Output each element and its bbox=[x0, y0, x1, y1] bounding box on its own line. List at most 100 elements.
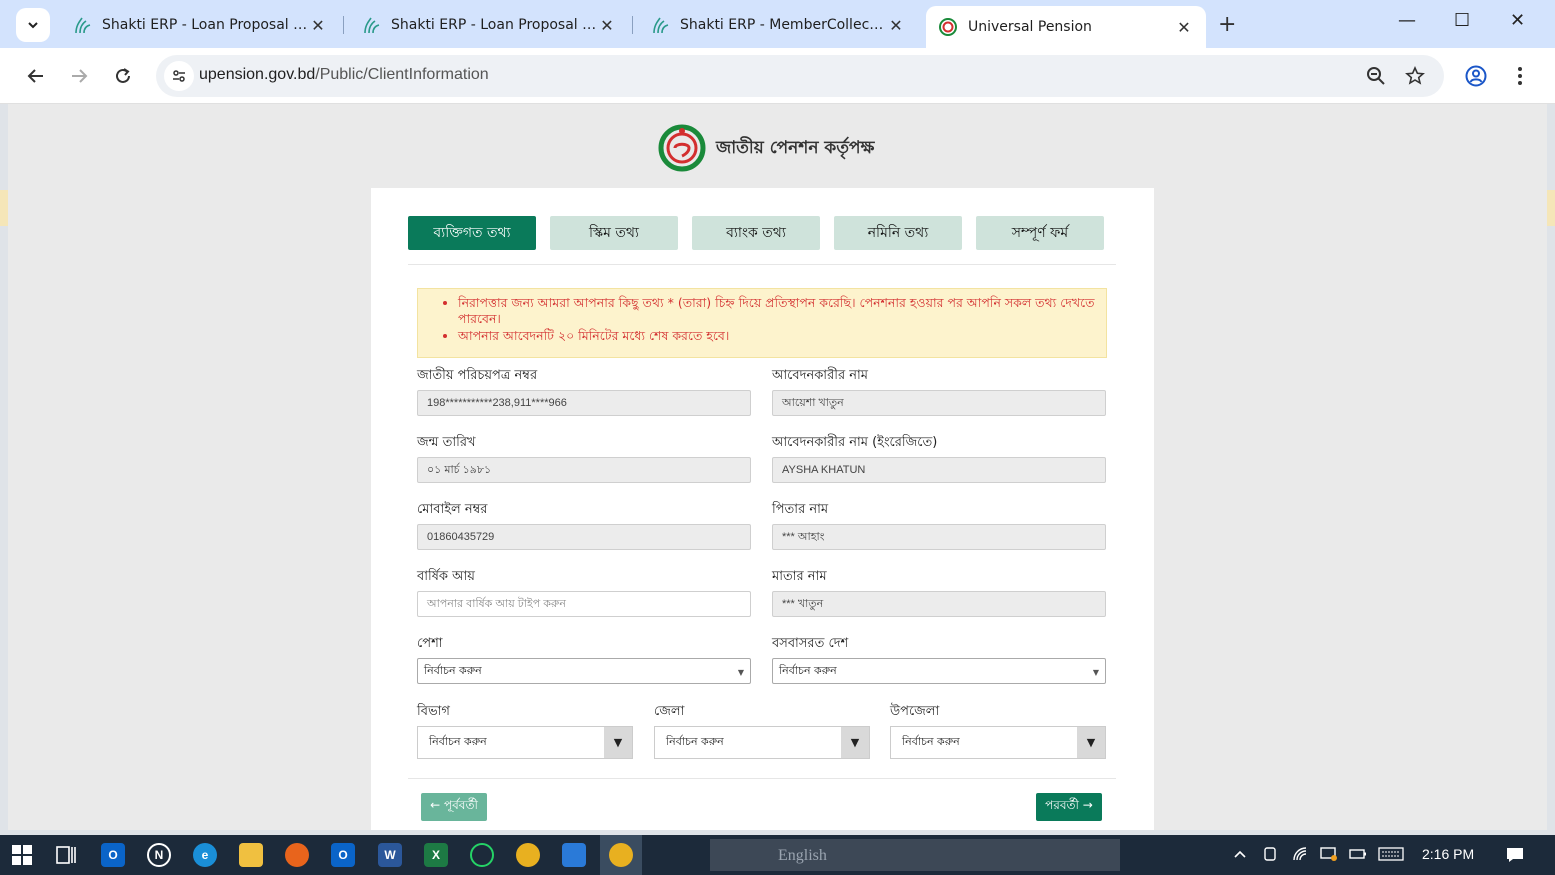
mobile-field: 01860435729 bbox=[417, 524, 751, 550]
tab-universal-pension[interactable]: Universal Pension ✕ bbox=[926, 6, 1206, 48]
tab-title: Shakti ERP - Loan Proposal List bbox=[102, 17, 308, 33]
back-button[interactable] bbox=[22, 62, 50, 90]
upazila-select[interactable]: নির্বাচন করুন ▼ bbox=[890, 726, 1106, 759]
browser-window: Shakti ERP - Loan Proposal List ✕ Shakti… bbox=[0, 0, 1555, 875]
country-select[interactable]: নির্বাচন করুন ▼ bbox=[772, 658, 1106, 684]
tab-loan-proposal-list[interactable]: Shakti ERP - Loan Proposal List ✕ bbox=[60, 6, 340, 44]
battery-icon[interactable] bbox=[1349, 846, 1367, 866]
nid-label: জাতীয় পরিচয়পত্র নম্বর bbox=[417, 368, 538, 383]
tab-scheme-info[interactable]: স্কিম তথ্য bbox=[550, 216, 678, 250]
dropdown-arrow-icon[interactable]: ▼ bbox=[841, 727, 869, 758]
taskbar-clock[interactable]: 2:16 PM bbox=[1422, 846, 1474, 862]
tab-title: Shakti ERP - Loan Proposal Details bbox=[391, 17, 597, 33]
edge-icon[interactable]: e bbox=[193, 843, 217, 867]
more-vertical-icon bbox=[1518, 67, 1522, 85]
tab-search-button[interactable] bbox=[16, 8, 50, 42]
chevron-up-icon[interactable] bbox=[1232, 846, 1248, 866]
occupation-select[interactable]: নির্বাচন করুন ▼ bbox=[417, 658, 751, 684]
new-tab-button[interactable]: + bbox=[1218, 12, 1236, 37]
display-icon[interactable] bbox=[1320, 846, 1338, 866]
mobile-label: মোবাইল নম্বর bbox=[417, 502, 488, 517]
previous-button[interactable]: ← পূর্ববর্তী bbox=[421, 793, 487, 821]
profile-icon bbox=[1465, 65, 1487, 87]
alert-item: নিরাপত্তার জন্য আমরা আপনার কিছু তথ্য * (… bbox=[458, 295, 1096, 327]
language-bar[interactable]: English bbox=[710, 839, 1120, 871]
close-icon[interactable]: ✕ bbox=[886, 16, 906, 35]
meet-icon[interactable] bbox=[1262, 846, 1278, 866]
step-tabs: ব্যক্তিগত তথ্য স্কিম তথ্য ব্যাংক তথ্য নম… bbox=[408, 216, 1104, 250]
app-n-icon[interactable]: N bbox=[147, 843, 171, 867]
tab-personal-info[interactable]: ব্যক্তিগত তথ্য bbox=[408, 216, 536, 250]
outlook-icon[interactable]: O bbox=[331, 843, 355, 867]
security-alert: নিরাপত্তার জন্য আমরা আপনার কিছু তথ্য * (… bbox=[417, 288, 1107, 358]
keyboard-icon[interactable] bbox=[1378, 846, 1404, 866]
arrow-left-icon bbox=[27, 69, 43, 83]
outlook-new-icon[interactable]: O bbox=[101, 843, 125, 867]
mother-name-field: *** খাতুন bbox=[772, 591, 1106, 617]
notification-icon[interactable] bbox=[1505, 846, 1525, 868]
chrome-active-icon[interactable] bbox=[609, 843, 633, 867]
windows-start-icon[interactable] bbox=[10, 843, 34, 867]
annual-income-input[interactable]: আপনার বার্ষিক আয় টাইপ করুন bbox=[417, 591, 751, 617]
tab-title: Universal Pension bbox=[968, 19, 1092, 35]
site-header: জাতীয় পেনশন কর্তৃপক্ষ bbox=[658, 124, 874, 174]
next-button[interactable]: পরবর্তী → bbox=[1036, 793, 1102, 821]
applicant-name-label: আবেদনকারীর নাম bbox=[772, 368, 868, 383]
bookmark-star-icon[interactable] bbox=[1405, 66, 1425, 91]
occupation-selected: নির্বাচন করুন bbox=[424, 663, 482, 677]
wifi-icon[interactable] bbox=[1292, 846, 1310, 866]
browser-toolbar: upension.gov.bd/Public/ClientInformation bbox=[0, 48, 1555, 104]
shakti-favicon-icon bbox=[364, 17, 380, 34]
chevron-down-icon bbox=[28, 22, 38, 29]
district-label: জেলা bbox=[654, 704, 685, 719]
father-name-field: *** আহাং bbox=[772, 524, 1106, 550]
dropdown-arrow-icon[interactable]: ▼ bbox=[1077, 727, 1105, 758]
shakti-favicon-icon bbox=[75, 17, 91, 34]
caret-down-icon: ▼ bbox=[1092, 668, 1099, 677]
whatsapp-icon[interactable] bbox=[470, 843, 494, 867]
divider bbox=[408, 778, 1116, 779]
excel-icon[interactable]: X bbox=[424, 843, 448, 867]
applicant-name-en-field: AYSHA KHATUN bbox=[772, 457, 1106, 483]
language-label: English bbox=[778, 847, 827, 864]
maximize-button[interactable]: ☐ bbox=[1454, 10, 1470, 31]
tab-loan-proposal-details[interactable]: Shakti ERP - Loan Proposal Details ✕ bbox=[349, 6, 629, 44]
windows-taskbar: O N e O W X English 2:16 PM bbox=[0, 835, 1555, 875]
site-info-icon[interactable] bbox=[164, 61, 194, 91]
father-name-label: পিতার নাম bbox=[772, 502, 829, 517]
profile-button[interactable] bbox=[1462, 62, 1490, 90]
occupation-label: পেশা bbox=[417, 636, 443, 651]
side-stripe bbox=[0, 190, 8, 226]
task-view-icon[interactable] bbox=[54, 843, 78, 867]
division-label: বিভাগ bbox=[417, 704, 450, 719]
district-select[interactable]: নির্বাচন করুন ▼ bbox=[654, 726, 870, 759]
dropdown-arrow-icon[interactable]: ▼ bbox=[604, 727, 632, 758]
forward-button[interactable] bbox=[65, 62, 93, 90]
page-content: জাতীয় পেনশন কর্তৃপক্ষ ব্যক্তিগত তথ্য স্… bbox=[8, 104, 1547, 830]
minimize-button[interactable]: — bbox=[1398, 10, 1416, 31]
chrome-icon[interactable] bbox=[516, 843, 540, 867]
close-icon[interactable]: ✕ bbox=[308, 16, 328, 35]
tab-member-collection[interactable]: Shakti ERP - MemberCollection ✕ bbox=[638, 6, 918, 44]
close-icon[interactable]: ✕ bbox=[597, 16, 617, 35]
window-close-button[interactable]: ✕ bbox=[1510, 10, 1525, 31]
reload-button[interactable] bbox=[109, 62, 137, 90]
mother-name-label: মাতার নাম bbox=[772, 569, 827, 584]
url-path: /Public/ClientInformation bbox=[315, 66, 489, 83]
photos-icon[interactable] bbox=[562, 843, 586, 867]
firefox-icon[interactable] bbox=[285, 843, 309, 867]
division-select[interactable]: নির্বাচন করুন ▼ bbox=[417, 726, 633, 759]
pension-authority-logo-icon bbox=[658, 124, 706, 172]
address-bar[interactable]: upension.gov.bd/Public/ClientInformation bbox=[156, 55, 1444, 97]
tab-bank-info[interactable]: ব্যাংক তথ্য bbox=[692, 216, 820, 250]
alert-item: আপনার আবেদনটি ২০ মিনিটের মধ্যে শেষ করতে … bbox=[458, 328, 1096, 344]
file-explorer-icon[interactable] bbox=[239, 843, 263, 867]
tab-complete-form[interactable]: সম্পূর্ণ ফর্ম bbox=[976, 216, 1104, 250]
zoom-icon[interactable] bbox=[1366, 66, 1386, 91]
shakti-favicon-icon bbox=[653, 17, 669, 34]
close-icon[interactable]: ✕ bbox=[1174, 18, 1194, 37]
arrow-right-icon bbox=[72, 69, 88, 83]
word-icon[interactable]: W bbox=[378, 843, 402, 867]
browser-menu-button[interactable] bbox=[1506, 62, 1534, 90]
tab-nominee-info[interactable]: নমিনি তথ্য bbox=[834, 216, 962, 250]
